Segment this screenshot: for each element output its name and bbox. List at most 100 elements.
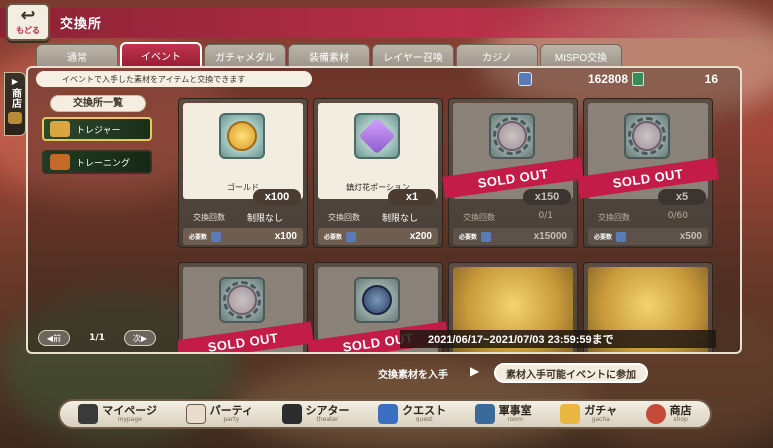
side-arrow-icon: ▶	[11, 77, 19, 86]
nav-label: パーティ	[209, 404, 253, 417]
side-shop-tab[interactable]: ▶ 商店	[4, 72, 26, 136]
nav-sublabel: party	[223, 416, 240, 423]
treasure-icon	[50, 121, 70, 137]
event-coin-icon	[481, 231, 492, 242]
exchange-card-gold[interactable]: ゴールド x100 交換回数 制限なし 必要数 x100	[178, 98, 308, 248]
cost-value: x15000	[533, 231, 567, 242]
cost-value: x100	[274, 231, 297, 242]
nav-party[interactable]: パーティ party	[185, 404, 253, 424]
exchange-card-potion[interactable]: 鎮灯花ポーション x1 交換回数 制限なし 必要数 x200	[313, 98, 443, 248]
nav-label: 軍事室	[498, 404, 532, 417]
item-quantity: x100	[253, 189, 301, 205]
nav-sublabel: theater	[316, 416, 339, 423]
exchange-card-soldout[interactable]: SOLD OUT	[178, 262, 314, 352]
event-coin-icon	[346, 231, 357, 242]
character-portrait-icon	[624, 113, 670, 159]
join-event-button[interactable]: 素材入手可能イベントに参加	[494, 363, 648, 383]
cost-row: 必要数 x15000	[453, 228, 573, 245]
exchange-count-value: 0/60	[667, 211, 688, 221]
character-portrait-icon	[489, 113, 535, 159]
list-item-label: トレーニング	[76, 158, 131, 169]
card-face: ゴールド	[183, 103, 303, 199]
nav-label: ガチャ	[584, 404, 618, 417]
mypage-icon	[78, 404, 99, 424]
exchange-count-value: 制限なし	[381, 214, 418, 224]
nav-gacha[interactable]: ガチャ gacha	[560, 404, 617, 424]
nav-sublabel: shop	[673, 416, 688, 423]
cost-row: 必要数 x100	[183, 228, 303, 245]
exchange-count-label: 交換回数	[328, 213, 360, 222]
next-page-label: 次	[132, 333, 141, 343]
quest-icon	[378, 404, 399, 424]
exchange-count-value: 制限なし	[246, 214, 283, 224]
card-face: 鎮灯花ポーション	[318, 103, 438, 199]
gacha-icon	[560, 404, 581, 424]
play-arrow-icon: ▶	[470, 364, 480, 378]
nav-theater[interactable]: シアター theater	[281, 404, 350, 424]
exchange-card-soldout[interactable]: SOLD OUT x5 交換回数 0/60 必要数 x500	[577, 98, 719, 248]
event-coin-icon	[211, 231, 222, 242]
prev-page-label: 前	[53, 333, 62, 343]
shop-icon	[645, 404, 666, 424]
header-bar	[0, 8, 773, 38]
nav-sublabel: mypage	[117, 416, 142, 423]
gold-coin-icon	[219, 113, 265, 159]
list-item-treasure[interactable]: トレジャー	[42, 117, 152, 141]
tab-layer-summon[interactable]: レイヤー召喚	[372, 44, 454, 68]
exchange-count-label: 交換回数	[463, 213, 495, 222]
tab-event[interactable]: イベント	[120, 42, 202, 68]
potion-icon	[354, 113, 400, 159]
info-text: イベントで入手した素材をアイテムと交換できます	[36, 71, 312, 87]
nav-label: クエスト	[402, 404, 447, 417]
nav-label: 商店	[669, 404, 692, 417]
list-item-label: トレジャー	[76, 125, 121, 136]
page-indicator: 1/1	[89, 333, 105, 343]
item-quantity: x5	[658, 189, 706, 205]
bottom-navigation: マイページ mypage パーティ party シアター theater クエスト qu…	[58, 399, 712, 429]
tab-mispo-exchange[interactable]: MISPO交換	[540, 44, 622, 68]
tab-bar: 通常 イベント ガチャメダル 装備素材 レイヤー召喚 カジノ MISPO交換	[36, 42, 622, 68]
cost-value: x200	[409, 231, 432, 242]
back-button[interactable]: ↩ もどる	[6, 3, 50, 41]
cost-value: x500	[679, 231, 702, 242]
nav-label: シアター	[305, 404, 350, 417]
nav-sublabel: room	[507, 416, 523, 423]
coin-count: 162808	[587, 72, 628, 86]
cost-row: 必要数 x500	[588, 228, 708, 245]
nav-mypage[interactable]: マイページ mypage	[78, 404, 157, 424]
room-icon	[474, 404, 495, 424]
tab-equipment-material[interactable]: 装備素材	[288, 44, 370, 68]
cost-label: 必要数	[594, 234, 613, 241]
item-quantity: x1	[388, 189, 436, 205]
character-portrait-icon	[219, 277, 265, 323]
pager: ◀ 前 1/1 次 ▶	[38, 330, 156, 346]
party-icon	[185, 404, 206, 424]
blue-gear-icon	[354, 277, 400, 323]
nav-label: マイページ	[102, 404, 158, 417]
acquire-material-label: 交換素材を入手	[378, 370, 448, 381]
currency-display: 162808 16	[518, 70, 718, 88]
back-arrow-icon: ↩	[20, 5, 36, 26]
exchange-count-label: 交換回数	[193, 213, 225, 222]
nav-shop[interactable]: 商店 shop	[645, 404, 692, 424]
page-title: 交換所	[60, 16, 103, 31]
cost-label: 必要数	[189, 234, 208, 241]
nav-quest[interactable]: クエスト quest	[378, 404, 446, 424]
cost-row: 必要数 x200	[318, 228, 438, 245]
prev-page-button[interactable]: ◀ 前	[38, 330, 70, 346]
nav-sublabel: gacha	[591, 416, 610, 423]
next-page-button[interactable]: 次 ▶	[124, 330, 156, 346]
exchange-card-soldout[interactable]: SOLD OUT x150 交換回数 0/1 必要数 x15000	[442, 98, 584, 248]
shop-bag-icon	[8, 112, 22, 124]
exchange-count-value: 0/1	[538, 211, 553, 221]
tab-gacha-medal[interactable]: ガチャメダル	[204, 44, 286, 68]
item-grid: ゴールド x100 交換回数 制限なし 必要数 x100 鎮灯花ポーション x1…	[178, 98, 720, 352]
training-icon	[50, 154, 70, 170]
nav-sublabel: quest	[415, 416, 433, 423]
cost-label: 必要数	[459, 234, 478, 241]
tab-casino[interactable]: カジノ	[456, 44, 538, 68]
nav-room[interactable]: 軍事室 room	[474, 404, 532, 424]
event-period-banner: 2021/06/17~2021/07/03 23:59:59まで	[400, 330, 716, 348]
tab-normal[interactable]: 通常	[36, 44, 118, 68]
list-item-training[interactable]: トレーニング	[42, 150, 152, 174]
